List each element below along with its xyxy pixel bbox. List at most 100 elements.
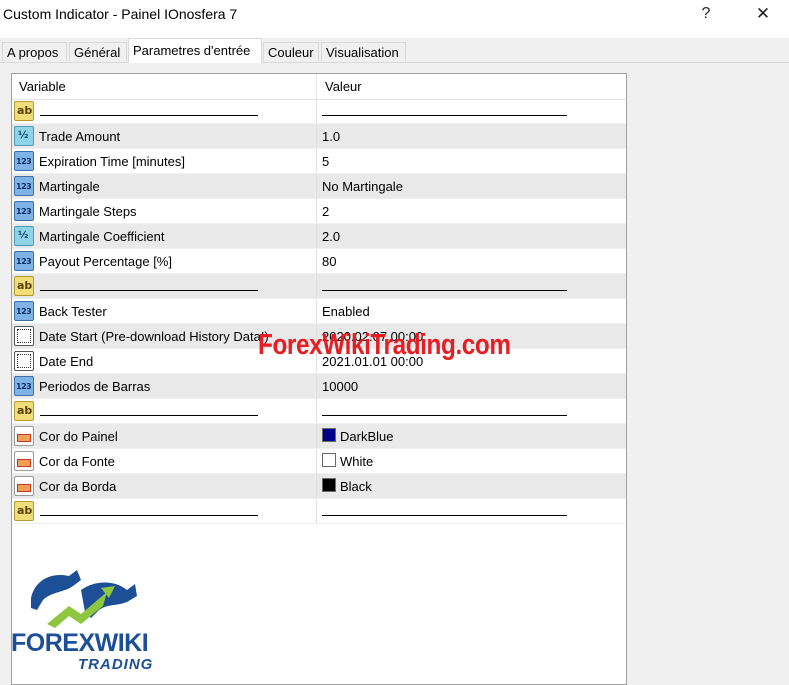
table-row[interactable]: 123 Payout Percentage [%] 80 <box>12 249 626 274</box>
tab-a-propos[interactable]: A propos <box>2 42 67 61</box>
separator-line <box>322 515 567 516</box>
variable-label: Payout Percentage [%] <box>39 254 172 269</box>
ab-icon: ab <box>14 501 34 521</box>
date-icon <box>14 326 34 346</box>
value-cell[interactable]: 1.0 <box>317 124 626 148</box>
variable-cell[interactable]: 123 Martingale Steps <box>12 199 317 223</box>
color-icon <box>14 426 34 446</box>
variable-cell[interactable]: ab <box>12 399 317 423</box>
value-cell[interactable]: White <box>317 449 626 473</box>
value-cell[interactable] <box>317 274 626 298</box>
variable-label: Trade Amount <box>39 129 121 144</box>
integer-icon: 123 <box>14 151 34 171</box>
value-cell[interactable]: DarkBlue <box>317 424 626 448</box>
table-row[interactable]: 123 Martingale Steps 2 <box>12 199 626 224</box>
value-label: 2 <box>322 204 330 219</box>
value-cell[interactable]: 2 <box>317 199 626 223</box>
value-label: White <box>340 454 374 469</box>
variable-cell[interactable]: ab <box>12 274 317 298</box>
table-row[interactable]: ½ Martingale Coefficient 2.0 <box>12 224 626 249</box>
value-cell[interactable] <box>317 499 626 523</box>
separator-line <box>40 290 258 291</box>
value-cell[interactable]: No Martingale <box>317 174 626 198</box>
value-label: DarkBlue <box>340 429 394 444</box>
color-swatch <box>322 478 336 492</box>
integer-icon: 123 <box>14 376 34 396</box>
value-cell[interactable]: 2.0 <box>317 224 626 248</box>
value-cell[interactable] <box>317 99 626 123</box>
color-icon <box>14 451 34 471</box>
value-cell[interactable]: 80 <box>317 249 626 273</box>
variable-cell[interactable]: 123 Periodos de Barras <box>12 374 317 398</box>
integer-icon: 123 <box>14 301 34 321</box>
table-row[interactable]: 123 Periodos de Barras 10000 <box>12 374 626 399</box>
window-title: Custom Indicator - Painel IOnosfera 7 <box>3 6 238 22</box>
table-row[interactable]: ½ Trade Amount 1.0 <box>12 124 626 149</box>
tab-strip: A propos Général Parametres d'entrée Cou… <box>0 38 789 63</box>
fraction-icon: ½ <box>14 226 34 246</box>
variable-cell[interactable]: Cor da Fonte <box>12 449 317 473</box>
variable-cell[interactable]: ½ Martingale Coefficient <box>12 224 317 248</box>
separator-line <box>322 115 567 116</box>
variable-label: Back Tester <box>39 304 107 319</box>
title-bar: Custom Indicator - Painel IOnosfera 7 ? … <box>0 0 789 30</box>
variable-cell[interactable]: 123 Back Tester <box>12 299 317 323</box>
table-row[interactable]: 123 Expiration Time [minutes] 5 <box>12 149 626 174</box>
variable-cell[interactable]: 123 Expiration Time [minutes] <box>12 149 317 173</box>
variable-cell[interactable]: 123 Martingale <box>12 174 317 198</box>
value-label: 10000 <box>322 379 359 394</box>
ab-icon: ab <box>14 401 34 421</box>
table-row[interactable]: 123 Martingale No Martingale <box>12 174 626 199</box>
integer-icon: 123 <box>14 176 34 196</box>
variable-cell[interactable]: ab <box>12 99 317 123</box>
close-button[interactable]: ✕ <box>740 0 786 30</box>
table-row[interactable]: Cor do Painel DarkBlue <box>12 424 626 449</box>
variable-label: Date Start (Pre-download History Data!) <box>39 329 269 344</box>
table-row[interactable]: ab <box>12 99 626 124</box>
table-row[interactable]: ab <box>12 274 626 299</box>
variable-label: Cor do Painel <box>39 429 118 444</box>
variable-cell[interactable]: 123 Payout Percentage [%] <box>12 249 317 273</box>
ab-icon: ab <box>14 276 34 296</box>
table-row[interactable]: ab <box>12 499 626 524</box>
color-swatch <box>322 428 336 442</box>
value-label: Enabled <box>322 304 370 319</box>
variable-cell[interactable]: Cor da Borda <box>12 474 317 498</box>
variable-cell[interactable]: Cor do Painel <box>12 424 317 448</box>
variable-label: Martingale Steps <box>39 204 137 219</box>
integer-icon: 123 <box>14 251 34 271</box>
column-header-value[interactable]: Valeur <box>317 74 626 99</box>
value-cell[interactable]: Enabled <box>317 299 626 323</box>
column-header-variable[interactable]: Variable <box>12 74 317 99</box>
value-label: 80 <box>322 254 337 269</box>
value-cell[interactable]: 5 <box>317 149 626 173</box>
logo-wordmark: FOREXWIKI <box>11 629 149 657</box>
value-cell[interactable]: Black <box>317 474 626 498</box>
color-icon <box>14 476 34 496</box>
fraction-icon: ½ <box>14 126 34 146</box>
value-cell[interactable]: 10000 <box>317 374 626 398</box>
variable-cell[interactable]: ½ Trade Amount <box>12 124 317 148</box>
tab-couleur[interactable]: Couleur <box>263 42 319 61</box>
variable-cell[interactable]: ab <box>12 499 317 523</box>
separator-line <box>322 415 567 416</box>
table-row[interactable]: ab <box>12 399 626 424</box>
variable-label: Cor da Fonte <box>39 454 115 469</box>
variable-label: Date End <box>39 354 94 369</box>
table-row[interactable]: Cor da Borda Black <box>12 474 626 499</box>
tab-visualisation[interactable]: Visualisation <box>321 42 406 61</box>
separator-line <box>40 515 258 516</box>
help-button[interactable]: ? <box>683 0 729 30</box>
value-cell[interactable] <box>317 399 626 423</box>
watermark-text: ForexWikiTrading.com <box>258 329 511 361</box>
value-label: 1.0 <box>322 129 341 144</box>
table-row[interactable]: Cor da Fonte White <box>12 449 626 474</box>
table-row[interactable]: 123 Back Tester Enabled <box>12 299 626 324</box>
tab-general[interactable]: Général <box>69 42 127 61</box>
variable-label: Martingale <box>39 179 100 194</box>
separator-line <box>40 415 258 416</box>
color-swatch <box>322 453 336 467</box>
ab-icon: ab <box>14 101 34 121</box>
tab-parametres-entree[interactable]: Parametres d'entrée <box>128 38 262 63</box>
logo-subtitle: TRADING <box>78 656 154 673</box>
